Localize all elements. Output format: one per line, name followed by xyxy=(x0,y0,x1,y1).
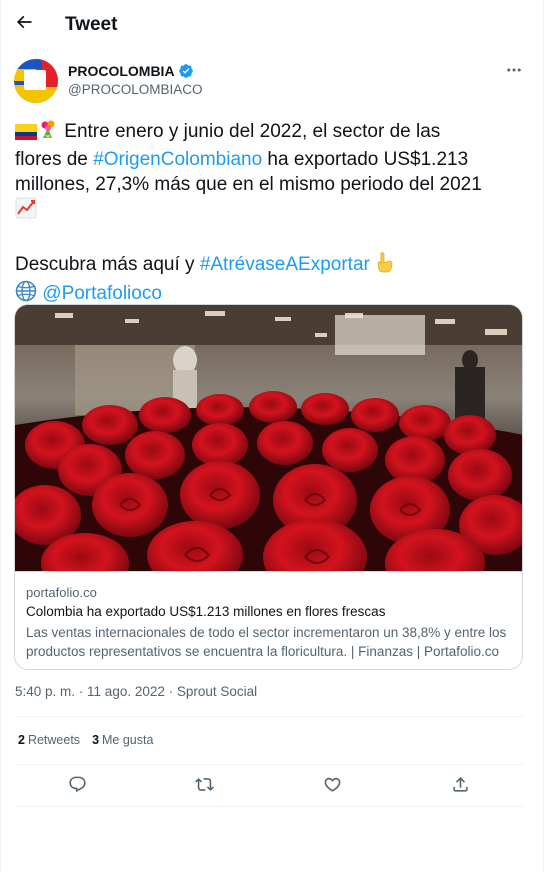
tweet-line-4 xyxy=(15,197,525,226)
likes-label: Me gusta xyxy=(102,733,154,747)
meta-separator: · xyxy=(164,684,177,699)
author-display-name: PROCOLOMBIA xyxy=(68,63,175,79)
share-icon xyxy=(451,775,470,799)
tweet-text-segment: Descubra más aquí y xyxy=(15,254,200,275)
flower-bouquet-icon xyxy=(37,118,59,147)
retweets-stat[interactable]: 2 Retweets xyxy=(18,733,80,747)
tweet-source[interactable]: Sprout Social xyxy=(177,684,257,699)
like-icon xyxy=(323,775,342,799)
tweet-line-1: Entre enero y junio del 2022, el sector … xyxy=(15,118,525,147)
more-options-button[interactable] xyxy=(501,60,527,84)
tweet-meta: 5:40 p. m. · 11 ago. 2022 · Sprout Socia… xyxy=(15,684,257,699)
tweet-text-segment: ha exportado US$1.213 xyxy=(262,149,469,170)
likes-stat[interactable]: 3 Me gusta xyxy=(92,733,153,747)
tweet-stats: 2 Retweets 3 Me gusta xyxy=(18,733,153,747)
more-dots-icon xyxy=(505,61,523,84)
likes-count: 3 xyxy=(92,733,100,747)
author-handle[interactable]: @PROCOLOMBIACO xyxy=(68,82,202,97)
avatar[interactable] xyxy=(14,59,58,103)
tweet-line-3: millones, 27,3% más que en el mismo peri… xyxy=(15,174,482,195)
card-body: portafolio.co Colombia ha exportado US$1… xyxy=(15,571,522,669)
like-button[interactable] xyxy=(317,772,347,802)
divider xyxy=(15,764,523,765)
hashtag-link[interactable]: #AtrévaseAExportar xyxy=(200,254,370,275)
tweet-text-segment: Entre enero y junio del 2022, el sector … xyxy=(59,121,441,142)
retweets-count: 2 xyxy=(18,733,25,747)
retweets-label: Retweets xyxy=(27,733,81,747)
chart-increasing-icon xyxy=(15,197,37,226)
divider xyxy=(15,716,523,717)
page-title: Tweet xyxy=(65,14,118,35)
arrow-left-icon xyxy=(14,12,34,37)
tweet-text-segment: flores de xyxy=(15,149,94,170)
meta-separator: · xyxy=(75,684,88,699)
tweet-blank-line xyxy=(15,226,525,251)
mention-link[interactable]: @Portafolioco xyxy=(42,283,162,304)
tweet-date[interactable]: 11 ago. 2022 xyxy=(87,684,165,699)
page-header: Tweet xyxy=(1,0,544,50)
tweet-page: Tweet PROCOLOMBIA @PROCOLOMBIACO Entre e… xyxy=(0,0,544,872)
reply-icon xyxy=(68,775,87,799)
pointing-down-icon xyxy=(375,251,395,280)
author-name[interactable]: PROCOLOMBIA xyxy=(68,63,194,79)
colombia-flag-icon xyxy=(15,122,37,147)
divider xyxy=(15,806,523,807)
tweet-time[interactable]: 5:40 p. m. xyxy=(15,684,75,699)
retweet-button[interactable] xyxy=(189,772,219,802)
reply-button[interactable] xyxy=(62,772,92,802)
hashtag-link[interactable]: #OrigenColombiano xyxy=(93,149,262,170)
card-roses-image xyxy=(15,305,522,597)
verified-badge-icon xyxy=(178,63,194,79)
card-description-line: Las ventas internacionales de todo el se… xyxy=(26,625,507,640)
card-title: Colombia ha exportado US$1.213 millones … xyxy=(26,604,386,619)
retweet-icon xyxy=(194,775,214,799)
card-description: Las ventas internacionales de todo el se… xyxy=(26,623,513,661)
back-button[interactable] xyxy=(9,9,39,39)
card-domain: portafolio.co xyxy=(26,585,97,600)
share-button[interactable] xyxy=(445,772,475,802)
tweet-line-6: Descubra más aquí y #AtrévaseAExportar xyxy=(15,251,525,280)
tweet-text: Entre enero y junio del 2022, el sector … xyxy=(15,118,525,309)
link-preview-card[interactable]: portafolio.co Colombia ha exportado US$1… xyxy=(14,304,523,670)
tweet-actions xyxy=(15,770,523,804)
card-description-line: productos representativos se encuentra l… xyxy=(26,644,500,659)
tweet-line-2: flores de #OrigenColombiano ha exportado… xyxy=(15,147,525,172)
